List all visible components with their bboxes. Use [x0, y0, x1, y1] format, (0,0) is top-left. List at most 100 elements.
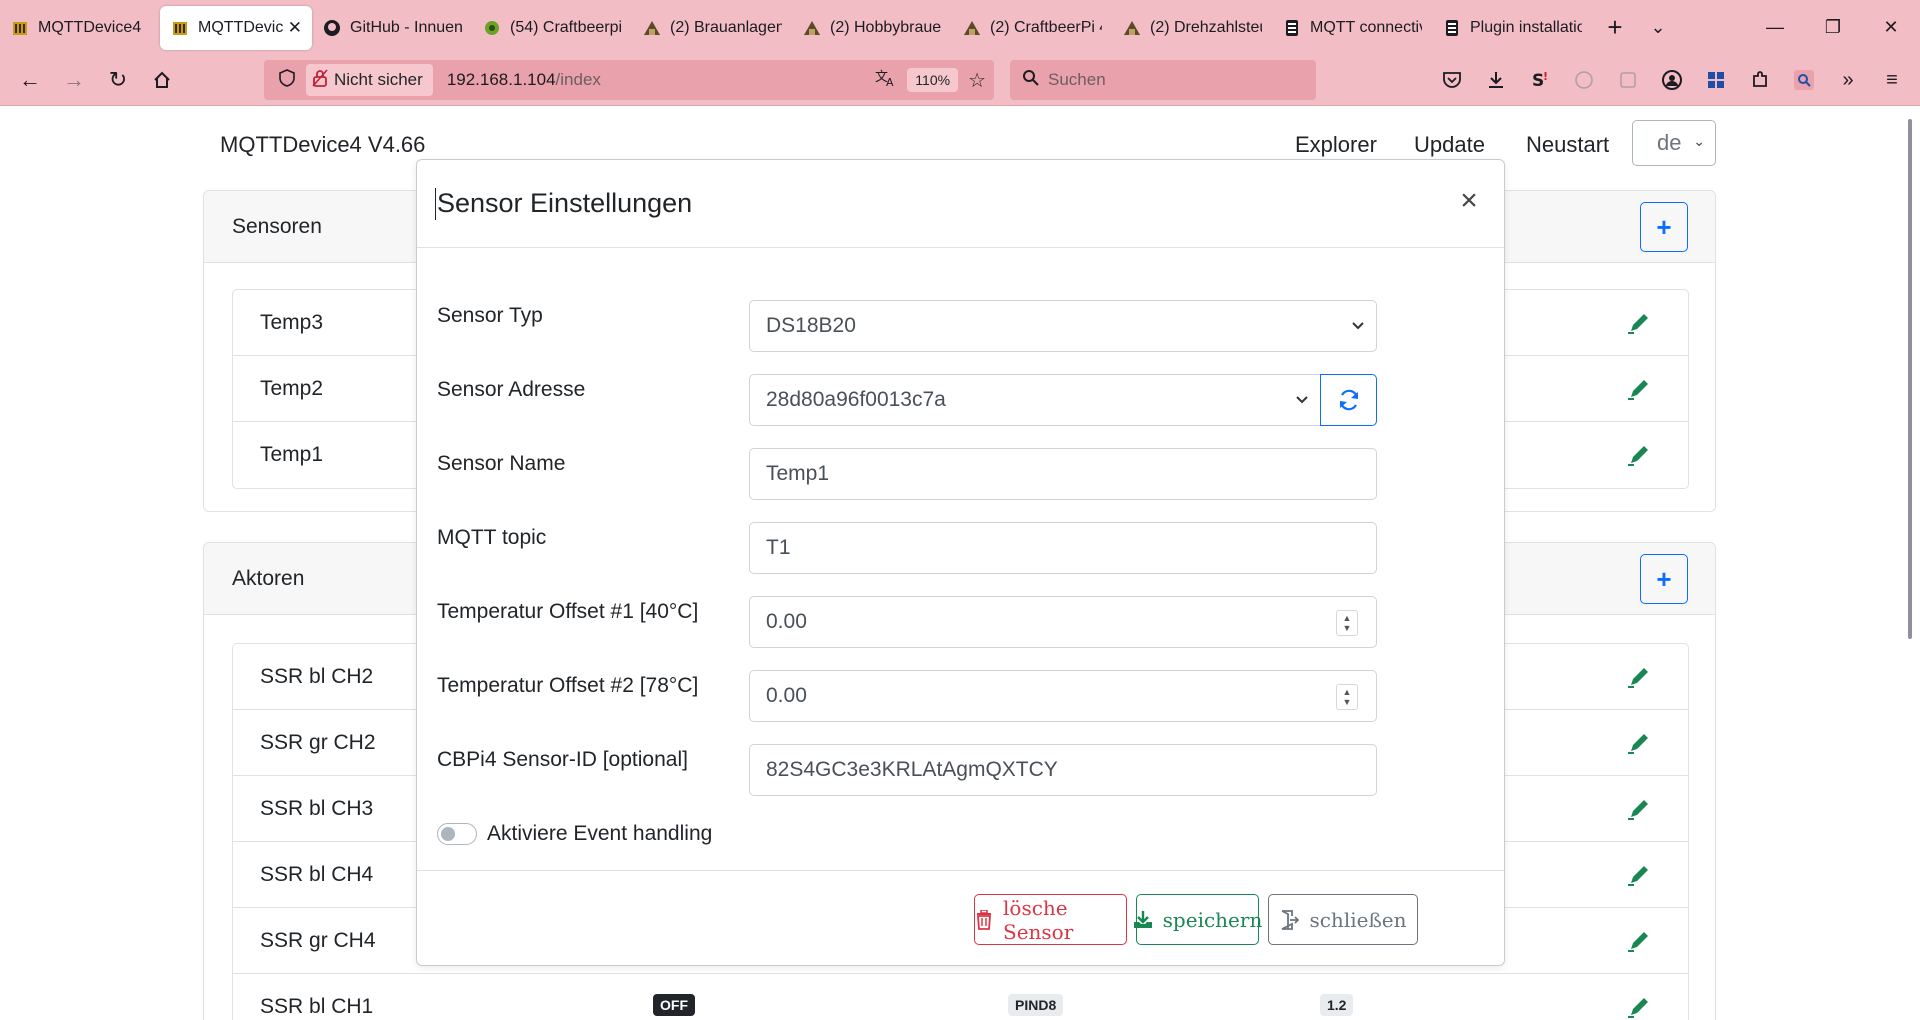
extension-translate-icon[interactable]	[1562, 58, 1606, 102]
number-spinner-icon[interactable]: ▲ ▼	[1336, 610, 1358, 636]
edit-pencil-icon[interactable]	[1626, 796, 1652, 822]
mqtt-topic-label: MQTT topic	[437, 526, 547, 549]
edit-pencil-icon[interactable]	[1626, 730, 1652, 756]
nav-restart-link[interactable]: Neustart	[1526, 132, 1609, 158]
offset2-input[interactable]: 0.00 ▲ ▼	[749, 670, 1377, 722]
edit-pencil-icon[interactable]	[1626, 862, 1652, 888]
close-label: schließen	[1309, 907, 1407, 932]
insecure-lock-icon	[312, 69, 328, 91]
extension-s-icon[interactable]: S!	[1518, 58, 1562, 102]
offset1-input[interactable]: 0.00 ▲ ▼	[749, 596, 1377, 648]
nav-explorer-link[interactable]: Explorer	[1295, 132, 1377, 158]
sensor-address-select[interactable]: 28d80a96f0013c7a	[749, 374, 1321, 426]
menu-hamburger-icon[interactable]: ≡	[1870, 58, 1914, 102]
close-window-icon[interactable]: ✕	[1862, 0, 1920, 54]
refresh-addresses-button[interactable]	[1320, 374, 1377, 426]
forward-arrow-icon[interactable]: →	[52, 58, 96, 102]
new-tab-button[interactable]: +	[1592, 12, 1638, 43]
translate-icon[interactable]: 文A	[875, 67, 897, 93]
search-bar[interactable]: Suchen	[1010, 60, 1316, 100]
sensor-type-label: Sensor Typ	[437, 304, 543, 327]
home-icon[interactable]	[140, 58, 184, 102]
url-bar[interactable]: Nicht sicher 192.168.1.104/index 文A 110%…	[264, 60, 994, 100]
extension-search-icon[interactable]	[1782, 58, 1826, 102]
github-icon	[322, 18, 342, 38]
browser-tab[interactable]: (2) Drehzahlsteu	[1112, 6, 1272, 50]
extensions-puzzle-icon[interactable]	[1738, 58, 1782, 102]
restore-icon[interactable]: ❐	[1804, 0, 1862, 54]
actor-name: SSR bl CH2	[260, 664, 374, 688]
edit-pencil-icon[interactable]	[1626, 376, 1652, 402]
browser-tab[interactable]: (2) Brauanlagen	[632, 6, 792, 50]
sensor-name-input[interactable]: Temp1	[749, 448, 1377, 500]
edit-pencil-icon[interactable]	[1626, 994, 1652, 1020]
edit-pencil-icon[interactable]	[1626, 664, 1652, 690]
list-all-tabs-chevron-icon[interactable]: ⌄	[1638, 17, 1678, 38]
number-spinner-icon[interactable]: ▲ ▼	[1336, 684, 1358, 710]
chevron-down-icon: ⌄	[1693, 133, 1705, 149]
save-label: speichern	[1162, 907, 1263, 932]
browser-tab[interactable]: MQTT connectiv	[1272, 6, 1432, 50]
actor-value-badge: 1.2	[1320, 994, 1354, 1016]
zoom-level-badge[interactable]: 110%	[907, 68, 959, 92]
document-icon	[1282, 18, 1302, 38]
delete-sensor-button[interactable]: lösche Sensor	[974, 894, 1127, 945]
edit-pencil-icon[interactable]	[1626, 310, 1652, 336]
actor-state-badge: OFF	[653, 994, 695, 1016]
actor-row[interactable]: SSR bl CH1 OFF PIND8 1.2	[233, 974, 1688, 1020]
close-button[interactable]: schließen	[1268, 894, 1418, 945]
add-actor-button[interactable]: +	[1640, 554, 1688, 604]
page-scrollbar[interactable]	[1902, 107, 1920, 1020]
modal-header: Sensor Einstellungen ×	[417, 160, 1504, 248]
actors-title: Aktoren	[232, 566, 305, 590]
browser-tab[interactable]: (54) Craftbeerpi	[472, 6, 632, 50]
chevron-down-icon	[1296, 391, 1308, 407]
insecure-connection-badge[interactable]: Nicht sicher	[306, 64, 433, 96]
sensor-type-select[interactable]: DS18B20	[749, 300, 1377, 352]
tab-title: MQTT connectiv	[1310, 19, 1422, 36]
language-select[interactable]: de ⌄	[1632, 120, 1716, 166]
sensor-name-label: Sensor Name	[437, 452, 566, 475]
browser-tab[interactable]: Plugin installatio	[1432, 6, 1592, 50]
actor-name: SSR bl CH3	[260, 796, 374, 820]
minimize-icon[interactable]: —	[1746, 0, 1804, 54]
sensor-type-value: DS18B20	[766, 314, 856, 337]
download-icon[interactable]	[1474, 58, 1518, 102]
extension-grid-icon[interactable]	[1694, 58, 1738, 102]
save-button[interactable]: speichern	[1133, 894, 1262, 945]
account-icon[interactable]	[1650, 58, 1694, 102]
browser-tab[interactable]: (2) Hobbybrauer	[792, 6, 952, 50]
event-handling-row: Aktiviere Event handling	[437, 818, 712, 850]
bookmark-star-icon[interactable]: ☆	[968, 68, 986, 93]
mqtt-topic-input[interactable]: T1	[749, 522, 1377, 574]
mqtt-topic-row: MQTT topic T1	[437, 522, 1487, 576]
modal-footer: lösche Sensor speichern schließen	[417, 870, 1504, 966]
back-arrow-icon[interactable]: ←	[8, 58, 52, 102]
scrollbar-thumb[interactable]	[1908, 119, 1912, 639]
nav-update-link[interactable]: Update	[1414, 132, 1485, 158]
tab-title: (2) Brauanlagen	[670, 19, 782, 36]
edit-pencil-icon[interactable]	[1626, 928, 1652, 954]
edit-pencil-icon[interactable]	[1626, 442, 1652, 468]
browser-tab[interactable]: (2) CraftbeerPi 4	[952, 6, 1112, 50]
more-tools-chevron-icon[interactable]: »	[1826, 58, 1870, 102]
cbpi-id-value: 82S4GC3e3KRLAtAgmQXTCY	[766, 758, 1058, 781]
reload-icon[interactable]: ↻	[96, 58, 140, 102]
close-icon[interactable]: ×	[1454, 184, 1484, 217]
sensor-name: Temp2	[260, 376, 324, 400]
browser-tab[interactable]: GitHub - Innuen	[312, 6, 472, 50]
extension-box-icon[interactable]	[1606, 58, 1650, 102]
browser-tab-active[interactable]: MQTTDevice4 ✕	[160, 6, 312, 50]
toolbar-icons: S! » ≡	[1430, 58, 1914, 102]
tab-title: MQTTDevice4	[38, 19, 142, 36]
browser-tab[interactable]: MQTTDevice4	[0, 6, 160, 50]
event-handling-toggle[interactable]	[437, 823, 477, 845]
pocket-icon[interactable]	[1430, 58, 1474, 102]
trash-icon	[975, 909, 993, 930]
close-tab-icon[interactable]: ✕	[288, 18, 302, 38]
shield-icon[interactable]	[272, 68, 302, 92]
app-brand[interactable]: MQTTDevice4 V4.66	[220, 132, 425, 158]
cbpi-id-label: CBPi4 Sensor-ID [optional]	[437, 748, 688, 771]
add-sensor-button[interactable]: +	[1640, 202, 1688, 252]
cbpi-id-input[interactable]: 82S4GC3e3KRLAtAgmQXTCY	[749, 744, 1377, 796]
